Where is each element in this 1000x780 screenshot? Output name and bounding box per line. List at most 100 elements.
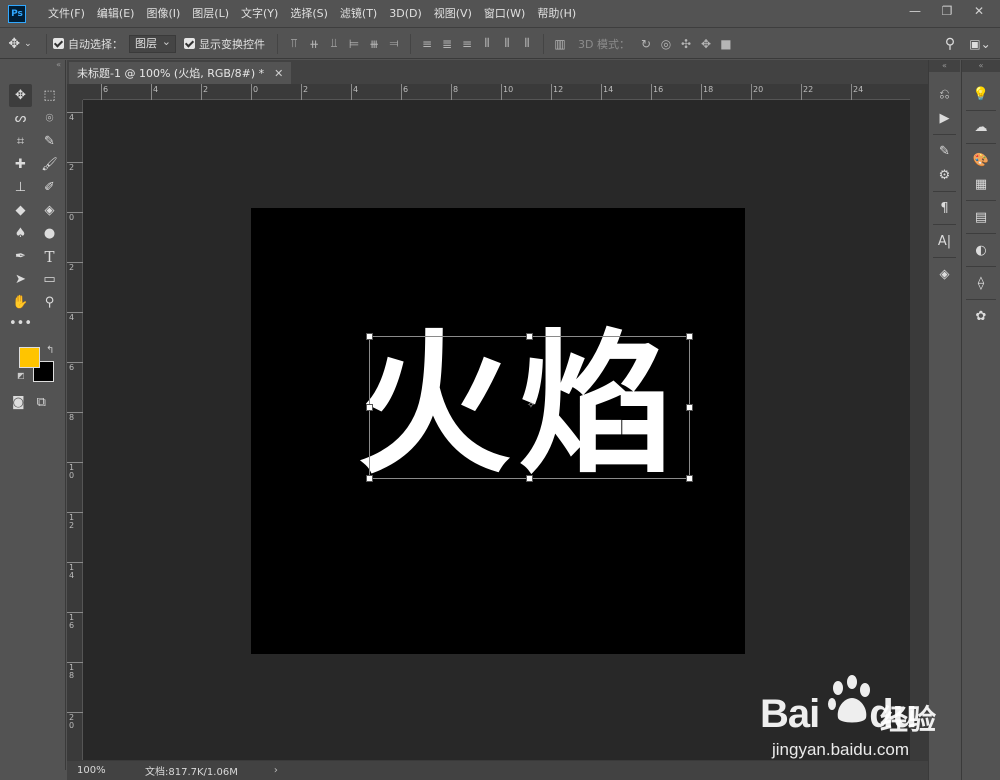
transform-handle-top-right[interactable] <box>686 333 693 340</box>
healing-brush-tool-icon[interactable]: ✚ <box>9 153 32 176</box>
menu-edit[interactable]: 编辑(E) <box>91 0 141 28</box>
orbit-3d-icon[interactable]: ↻ <box>636 34 656 54</box>
type-tool-icon[interactable]: T <box>38 245 61 268</box>
menu-filter[interactable]: 滤镜(T) <box>334 0 383 28</box>
brushes-panel-icon[interactable]: ✎ <box>929 139 960 163</box>
workspace-icon[interactable]: ▣⌄ <box>969 34 990 54</box>
auto-align-icon[interactable]: ▥ <box>550 34 570 54</box>
eyedropper-tool-icon[interactable]: ✎ <box>38 130 61 153</box>
adjustments-panel-icon[interactable]: ◐ <box>962 238 1000 262</box>
panel-expand-icon[interactable]: « <box>962 60 1000 72</box>
path-select-tool-icon[interactable]: ➤ <box>9 268 32 291</box>
vertical-scrollbar[interactable] <box>910 84 928 760</box>
screen-mode-icon[interactable]: ⧉ <box>37 395 46 410</box>
menu-select[interactable]: 选择(S) <box>284 0 334 28</box>
swap-colors-icon[interactable]: ↰ <box>46 345 54 356</box>
distribute-right-icon[interactable]: ⫴ <box>517 34 537 54</box>
document-canvas[interactable]: 火焰 ✧ <box>251 208 745 654</box>
distribute-hcenter-icon[interactable]: ⦀ <box>497 34 517 54</box>
document-tab[interactable]: 未标题-1 @ 100% (火焰, RGB/8#) * ✕ <box>69 62 292 84</box>
close-button[interactable]: ✕ <box>964 2 994 20</box>
move-tool-icon[interactable]: ✥ <box>9 84 32 107</box>
transform-center-icon[interactable]: ✧ <box>525 400 537 412</box>
marquee-tool-icon[interactable]: ⬚ <box>38 84 61 107</box>
align-left-icon[interactable]: ⊨ <box>344 34 364 54</box>
zoom-level[interactable]: 100% <box>67 765 107 776</box>
adjust-panel-icon[interactable]: ⚙ <box>929 163 960 187</box>
distribute-bottom-icon[interactable]: ≡ <box>457 34 477 54</box>
history-panel-icon[interactable]: ⎌ <box>929 82 960 106</box>
show-transform-checkbox[interactable] <box>184 38 195 49</box>
vertical-ruler[interactable]: 4 2 0 2 4 6 8 1 0 1 2 1 4 1 6 1 8 2 0 <box>67 100 83 760</box>
minimize-button[interactable]: — <box>900 2 930 20</box>
roll-3d-icon[interactable]: ◎ <box>656 34 676 54</box>
more-tools-icon[interactable]: ••• <box>9 314 65 337</box>
transform-handle-bottom-right[interactable] <box>686 475 693 482</box>
transform-handle-left[interactable] <box>366 404 373 411</box>
distribute-vcenter-icon[interactable]: ≣ <box>437 34 457 54</box>
status-menu-arrow[interactable]: › <box>274 765 278 776</box>
color-panel-icon[interactable]: 🎨 <box>962 148 1000 172</box>
properties-panel-icon[interactable]: ▤ <box>962 205 1000 229</box>
hand-tool-icon[interactable]: ✋ <box>9 291 32 314</box>
pen-tool-icon[interactable]: ✒ <box>9 245 32 268</box>
panel-collapse-icon[interactable]: « <box>0 60 65 70</box>
actions-panel-icon[interactable]: ▶ <box>929 106 960 130</box>
transform-handle-top-left[interactable] <box>366 333 373 340</box>
menu-layer[interactable]: 图层(L) <box>186 0 235 28</box>
lasso-tool-icon[interactable]: ᔕ <box>9 107 32 130</box>
move-tool-preset-icon[interactable]: ✥ ⌄ <box>0 36 40 52</box>
menu-type[interactable]: 文字(Y) <box>235 0 284 28</box>
zoom-tool-icon[interactable]: ⚲ <box>38 291 61 314</box>
transform-handle-right[interactable] <box>686 404 693 411</box>
menu-help[interactable]: 帮助(H) <box>531 0 582 28</box>
menu-3d[interactable]: 3D(D) <box>383 0 428 28</box>
clone-stamp-tool-icon[interactable]: ⊥ <box>9 176 32 199</box>
auto-select-checkbox[interactable] <box>53 38 64 49</box>
quick-select-tool-icon[interactable]: ⌾ <box>38 107 61 130</box>
paint-bucket-tool-icon[interactable]: ◈ <box>38 199 61 222</box>
libraries-panel-icon[interactable]: ☁ <box>962 115 1000 139</box>
close-tab-icon[interactable]: ✕ <box>274 67 283 80</box>
restore-button[interactable]: ❐ <box>932 2 962 20</box>
rectangle-tool-icon[interactable]: ▭ <box>38 268 61 291</box>
transform-handle-bottom-left[interactable] <box>366 475 373 482</box>
learn-panel-icon[interactable]: 💡 <box>962 82 1000 106</box>
default-colors-icon[interactable]: ◩ <box>17 371 25 380</box>
paths-panel-icon[interactable]: ⟠ <box>962 271 1000 295</box>
canvas-workspace[interactable]: 火焰 ✧ <box>83 100 910 760</box>
align-hcenter-icon[interactable]: ⧻ <box>364 34 384 54</box>
paragraph-panel-icon[interactable]: ¶ <box>929 196 960 220</box>
dodge-tool-icon[interactable]: ● <box>38 222 61 245</box>
eraser-tool-icon[interactable]: ◆ <box>9 199 32 222</box>
slide-3d-icon[interactable]: ✥ <box>696 34 716 54</box>
drag-3d-icon[interactable]: ✣ <box>676 34 696 54</box>
auto-select-dropdown[interactable]: 图层 <box>129 34 176 53</box>
align-top-icon[interactable]: ⫪ <box>284 34 304 54</box>
character-panel-icon[interactable]: A| <box>929 229 960 253</box>
channels-panel-icon[interactable]: ✿ <box>962 304 1000 328</box>
quick-mask-icon[interactable]: ◙ <box>12 395 25 410</box>
transform-handle-top[interactable] <box>526 333 533 340</box>
menu-window[interactable]: 窗口(W) <box>478 0 531 28</box>
menu-view[interactable]: 视图(V) <box>428 0 478 28</box>
distribute-left-icon[interactable]: ⫴ <box>477 34 497 54</box>
menu-file[interactable]: 文件(F) <box>42 0 91 28</box>
menu-image[interactable]: 图像(I) <box>140 0 186 28</box>
layers-panel-icon[interactable]: ◈ <box>929 262 960 286</box>
foreground-color-swatch[interactable] <box>19 347 40 368</box>
align-bottom-icon[interactable]: ⫫ <box>324 34 344 54</box>
align-vcenter-icon[interactable]: ⧺ <box>304 34 324 54</box>
panel-expand-icon[interactable]: « <box>929 60 960 72</box>
horizontal-ruler[interactable]: 6 4 2 0 2 4 6 8 10 12 14 16 18 20 22 24 <box>83 84 910 100</box>
distribute-top-icon[interactable]: ≡ <box>417 34 437 54</box>
crop-tool-icon[interactable]: ⌗ <box>9 130 32 153</box>
history-brush-tool-icon[interactable]: ✐ <box>38 176 61 199</box>
swatches-panel-icon[interactable]: ▦ <box>962 172 1000 196</box>
brush-tool-icon[interactable]: 🖌 <box>38 153 61 176</box>
search-icon[interactable]: ⚲ <box>940 34 960 54</box>
align-right-icon[interactable]: ⫤ <box>384 34 404 54</box>
blur-tool-icon[interactable]: ♠ <box>9 222 32 245</box>
transform-handle-bottom[interactable] <box>526 475 533 482</box>
camera-3d-icon[interactable]: ■ <box>716 34 736 54</box>
